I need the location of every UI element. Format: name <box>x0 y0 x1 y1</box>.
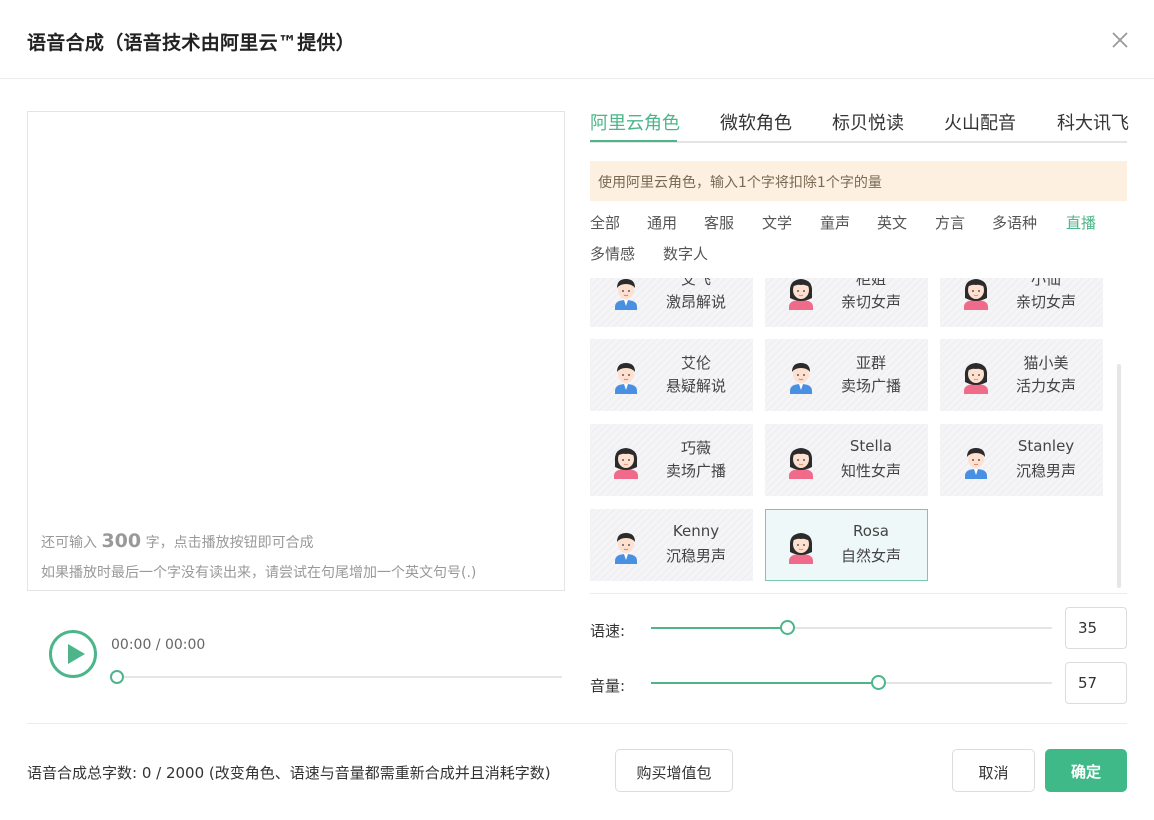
volume-label: 音量: <box>590 677 626 695</box>
voice-card[interactable]: 巧薇 卖场广播 <box>590 424 753 496</box>
category-10[interactable]: 数字人 <box>663 243 708 264</box>
volume-slider-fill <box>651 682 878 684</box>
voice-name: Stella <box>849 437 893 455</box>
dialog-title: 语音合成（语音技术由阿里云™提供） <box>27 32 356 54</box>
male-avatar-icon <box>611 360 641 394</box>
active-tab-underline <box>590 140 677 142</box>
speed-slider-thumb[interactable] <box>780 620 795 635</box>
tab-3[interactable]: 火山配音 <box>944 109 1016 135</box>
usage-notice: 使用阿里云角色，输入1个字将扣除1个字的量 <box>590 161 1127 201</box>
voice-card[interactable]: 艾伦 悬疑解说 <box>590 339 753 411</box>
female-avatar-icon <box>786 278 816 310</box>
volume-slider-thumb[interactable] <box>871 675 886 690</box>
category-8[interactable]: 直播 <box>1066 212 1096 233</box>
voice-card[interactable]: 柜姐 亲切女声 <box>765 278 928 327</box>
female-avatar-icon <box>961 278 991 310</box>
female-avatar-icon <box>961 360 991 394</box>
confirm-button[interactable]: 确定 <box>1045 749 1127 792</box>
voice-name: 艾飞 <box>680 278 711 288</box>
voice-card[interactable]: 艾飞 激昂解说 <box>590 278 753 327</box>
cancel-button[interactable]: 取消 <box>952 749 1035 792</box>
category-0[interactable]: 全部 <box>590 212 620 233</box>
voice-card[interactable]: 亚群 卖场广播 <box>765 339 928 411</box>
speed-slider-track[interactable] <box>651 627 1052 629</box>
voice-desc: 卖场广播 <box>665 462 726 480</box>
play-icon <box>68 644 85 664</box>
player-progress-thumb[interactable] <box>110 670 124 684</box>
category-9[interactable]: 多情感 <box>590 243 635 264</box>
male-avatar-icon <box>786 360 816 394</box>
text-input-area[interactable]: 还可输入 300 字，点击播放按钮即可合成 如果播放时最后一个字没有读出来，请尝… <box>27 111 565 591</box>
voice-desc: 悬疑解说 <box>665 377 726 395</box>
category-6[interactable]: 方言 <box>935 212 965 233</box>
voice-name: 柜姐 <box>855 278 886 288</box>
category-4[interactable]: 童声 <box>820 212 850 233</box>
tts-dialog: 语音合成（语音技术由阿里云™提供） 还可输入 300 字，点击播放按钮即可合成 … <box>0 0 1154 820</box>
voice-card[interactable]: 小仙 亲切女声 <box>940 278 1103 327</box>
hint-suffix: 字，点击播放按钮即可合成 <box>145 535 314 551</box>
voice-name: 巧薇 <box>680 439 711 457</box>
voice-card[interactable]: Stella 知性女声 <box>765 424 928 496</box>
voice-desc: 沉稳男声 <box>1015 462 1076 480</box>
category-2[interactable]: 客服 <box>704 212 734 233</box>
total-char-summary: 语音合成总字数: 0 / 2000 (改变角色、语速与音量都需重新合成并且消耗字… <box>27 764 551 782</box>
footer-divider <box>27 723 1127 724</box>
category-filter: 全部 通用 客服 文学 童声 英文 方言 多语种 直播多情感 数字人 <box>590 212 1130 272</box>
voice-name: 艾伦 <box>680 354 711 372</box>
voice-desc: 亲切女声 <box>840 293 901 311</box>
voice-card[interactable]: Stanley 沉稳男声 <box>940 424 1103 496</box>
category-1[interactable]: 通用 <box>647 212 677 233</box>
female-avatar-icon <box>786 445 816 479</box>
voice-desc: 知性女声 <box>840 462 901 480</box>
remaining-count: 300 <box>101 530 142 552</box>
female-avatar-icon <box>786 530 816 564</box>
voice-name: 猫小美 <box>1023 354 1069 372</box>
speed-input[interactable]: 35 <box>1065 607 1127 649</box>
period-hint: 如果播放时最后一个字没有读出来，请尝试在句尾增加一个英文句号(.) <box>41 565 477 581</box>
category-5[interactable]: 英文 <box>877 212 907 233</box>
male-avatar-icon <box>961 445 991 479</box>
voice-name: 亚群 <box>855 354 886 372</box>
category-7[interactable]: 多语种 <box>992 212 1037 233</box>
remaining-hint: 还可输入 300 字，点击播放按钮即可合成 <box>41 530 314 552</box>
buy-package-button[interactable]: 购买增值包 <box>615 749 733 792</box>
dialog-header: 语音合成（语音技术由阿里云™提供） <box>0 0 1154 79</box>
play-button[interactable] <box>49 630 97 678</box>
voice-desc: 活力女声 <box>1015 377 1076 395</box>
volume-slider-track[interactable] <box>651 682 1052 684</box>
close-icon[interactable] <box>1108 28 1132 52</box>
male-avatar-icon <box>611 278 641 310</box>
voice-name: Rosa <box>853 522 889 540</box>
divider <box>590 593 1127 594</box>
tab-1[interactable]: 微软角色 <box>720 109 792 135</box>
hint-prefix: 还可输入 <box>41 535 97 551</box>
voice-desc: 自然女声 <box>840 547 901 565</box>
category-3[interactable]: 文学 <box>762 212 792 233</box>
voice-card[interactable]: Kenny 沉稳男声 <box>590 509 753 581</box>
tab-2[interactable]: 标贝悦读 <box>832 109 904 135</box>
voice-name: Kenny <box>672 522 720 540</box>
male-avatar-icon <box>611 530 641 564</box>
voice-card[interactable]: 猫小美 活力女声 <box>940 339 1103 411</box>
voice-name: 小仙 <box>1030 278 1061 288</box>
speed-slider-fill <box>651 627 787 629</box>
voice-card[interactable]: Rosa 自然女声 <box>765 509 928 581</box>
volume-input[interactable]: 57 <box>1065 662 1127 704</box>
tab-4[interactable]: 科大讯飞 <box>1057 109 1129 135</box>
voice-name: Stanley <box>1017 437 1075 455</box>
provider-tabs: 阿里云角色 微软角色 标贝悦读 火山配音 科大讯飞 <box>590 107 1129 143</box>
voice-grid: 艾飞 激昂解说 柜姐 亲切女声 小仙 亲切女声 艾伦 悬疑解说 亚群 卖场广播 猫小美 活力女声 巧薇卖… <box>590 278 1127 593</box>
voice-desc: 激昂解说 <box>665 293 726 311</box>
tab-0[interactable]: 阿里云角色 <box>590 109 680 135</box>
voice-desc: 亲切女声 <box>1015 293 1076 311</box>
speed-label: 语速: <box>590 622 626 640</box>
player-time: 00:00 / 00:00 <box>111 637 206 653</box>
player-progress-track[interactable] <box>117 676 562 678</box>
voice-grid-scrollbar[interactable] <box>1117 364 1121 588</box>
female-avatar-icon <box>611 445 641 479</box>
voice-desc: 沉稳男声 <box>665 547 726 565</box>
voice-desc: 卖场广播 <box>840 377 901 395</box>
